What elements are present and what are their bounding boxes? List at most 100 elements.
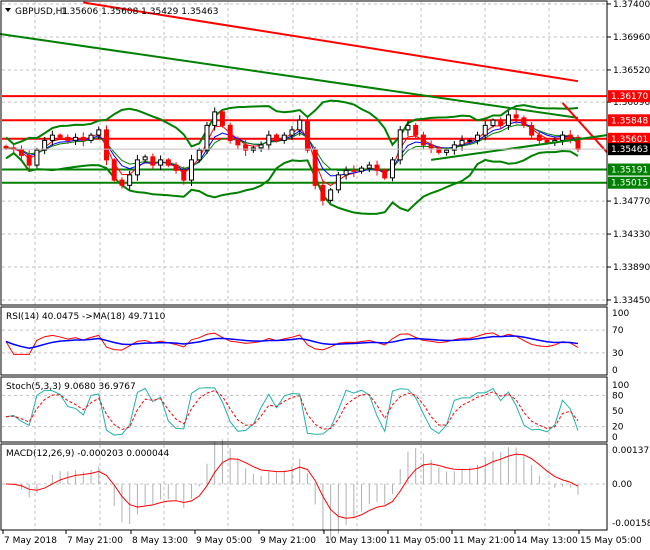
price-chart[interactable]: [0, 1, 608, 215]
candle-body: [467, 139, 473, 142]
price-level-tag-label: 1.35015: [611, 179, 648, 189]
candle-body: [544, 139, 550, 144]
candle-body: [111, 159, 117, 181]
price-level-tag-label: 1.36170: [611, 92, 648, 102]
candle: [529, 121, 535, 140]
candle-body: [227, 124, 233, 141]
time-tick-label: 14 May 13:00: [516, 536, 578, 546]
candle: [359, 165, 365, 174]
candle-body: [181, 169, 187, 181]
candle-body: [351, 169, 357, 172]
price-tick-label: 1.34330: [613, 230, 650, 240]
candle-body: [165, 159, 171, 166]
candle-body: [567, 134, 573, 138]
candle: [34, 147, 40, 168]
candle-body: [498, 119, 504, 126]
ohlc-values: 1.35606 1.35608 1.35429 1.35463: [61, 7, 218, 17]
candle: [366, 161, 372, 173]
rsi-tick-label: 100: [612, 309, 629, 319]
candle-body: [196, 149, 202, 161]
candle-body: [134, 159, 140, 176]
candle: [219, 110, 225, 128]
candle: [343, 166, 349, 180]
candle: [351, 165, 357, 177]
candle: [73, 133, 79, 146]
candle-body: [274, 134, 280, 141]
candle: [320, 180, 326, 206]
candle: [459, 135, 465, 151]
candle-body: [34, 149, 40, 166]
rsi-panel[interactable]: [2, 329, 607, 355]
candle-body: [312, 149, 318, 186]
candle-body: [26, 154, 32, 166]
stoch-tick-label: 50: [612, 407, 624, 417]
candle: [521, 115, 527, 129]
candle-body: [204, 124, 210, 151]
candle-body: [127, 174, 133, 186]
candle: [513, 109, 519, 124]
price-level-tag-label: 1.35191: [611, 166, 648, 176]
moving-average-line: [0, 32, 579, 119]
candle-body: [335, 174, 341, 191]
candle-body: [150, 156, 156, 166]
candle-body: [389, 159, 395, 179]
candle-body: [80, 136, 86, 141]
stoch-tick-label: 0: [612, 433, 618, 443]
candle-body: [420, 134, 426, 146]
macd-label: MACD(12,26,9) -0.000203 0.000044: [6, 449, 169, 459]
time-tick-label: 8 May 13:00: [132, 536, 188, 546]
candle: [227, 122, 233, 144]
price-tick-label: 1.33890: [613, 263, 650, 273]
stoch-tick-label: 20: [612, 423, 624, 433]
stoch-tick-label: 100: [612, 381, 629, 391]
candle-body: [366, 164, 372, 169]
candle-body: [18, 148, 24, 156]
candle-body: [3, 145, 9, 149]
candle-body: [88, 134, 94, 141]
candle-body: [297, 119, 303, 131]
candle: [189, 154, 195, 186]
candle: [281, 132, 287, 144]
stoch-tick-label: 80: [612, 391, 624, 401]
candle-body: [103, 129, 109, 161]
time-tick-label: 15 May 05:00: [580, 536, 642, 546]
stoch-main-line: [5, 387, 579, 436]
price-tick-label: 1.37400: [613, 0, 650, 10]
trendline[interactable]: [561, 102, 608, 154]
macd-signal-line: [5, 453, 579, 519]
candle: [150, 153, 156, 170]
candle-body: [49, 134, 55, 141]
candle: [374, 160, 380, 176]
candle: [312, 146, 318, 190]
candle: [451, 140, 457, 155]
candle-body: [73, 136, 79, 141]
candle-body: [142, 156, 148, 161]
stoch-label: Stoch(5,3,3) 9.0680 36.9767: [6, 382, 136, 392]
candle-body: [459, 139, 465, 146]
price-level-tag-label: 1.35848: [611, 116, 648, 126]
candle: [49, 130, 55, 146]
time-tick-label: 11 May 05:00: [389, 536, 451, 546]
candle-body: [521, 117, 527, 126]
candle-body: [304, 119, 310, 151]
dropdown-triangle-icon[interactable]: [5, 8, 11, 12]
stochastic-panel[interactable]: [2, 387, 607, 436]
macd-tick-label: -0.001587: [612, 519, 650, 529]
candle: [88, 132, 94, 144]
candle-body: [475, 134, 481, 141]
candle-body: [212, 111, 218, 126]
candle-body: [529, 124, 535, 136]
chart-window[interactable]: 1.374001.369601.365201.360901.347701.343…: [0, 0, 650, 550]
candle-body: [119, 179, 125, 186]
candle: [304, 117, 310, 153]
price-tick-label: 1.33450: [613, 296, 650, 306]
candle-body: [405, 124, 411, 131]
macd-tick-label: 0.00: [612, 480, 632, 490]
price-tick-label: 1.36520: [613, 66, 650, 76]
candle-body: [281, 134, 287, 141]
rsi-tick-label: 70: [612, 326, 624, 336]
candle-body: [436, 147, 442, 153]
candle-body: [158, 159, 164, 166]
price-tick-label: 1.36960: [613, 33, 650, 43]
candle-body: [490, 119, 496, 126]
